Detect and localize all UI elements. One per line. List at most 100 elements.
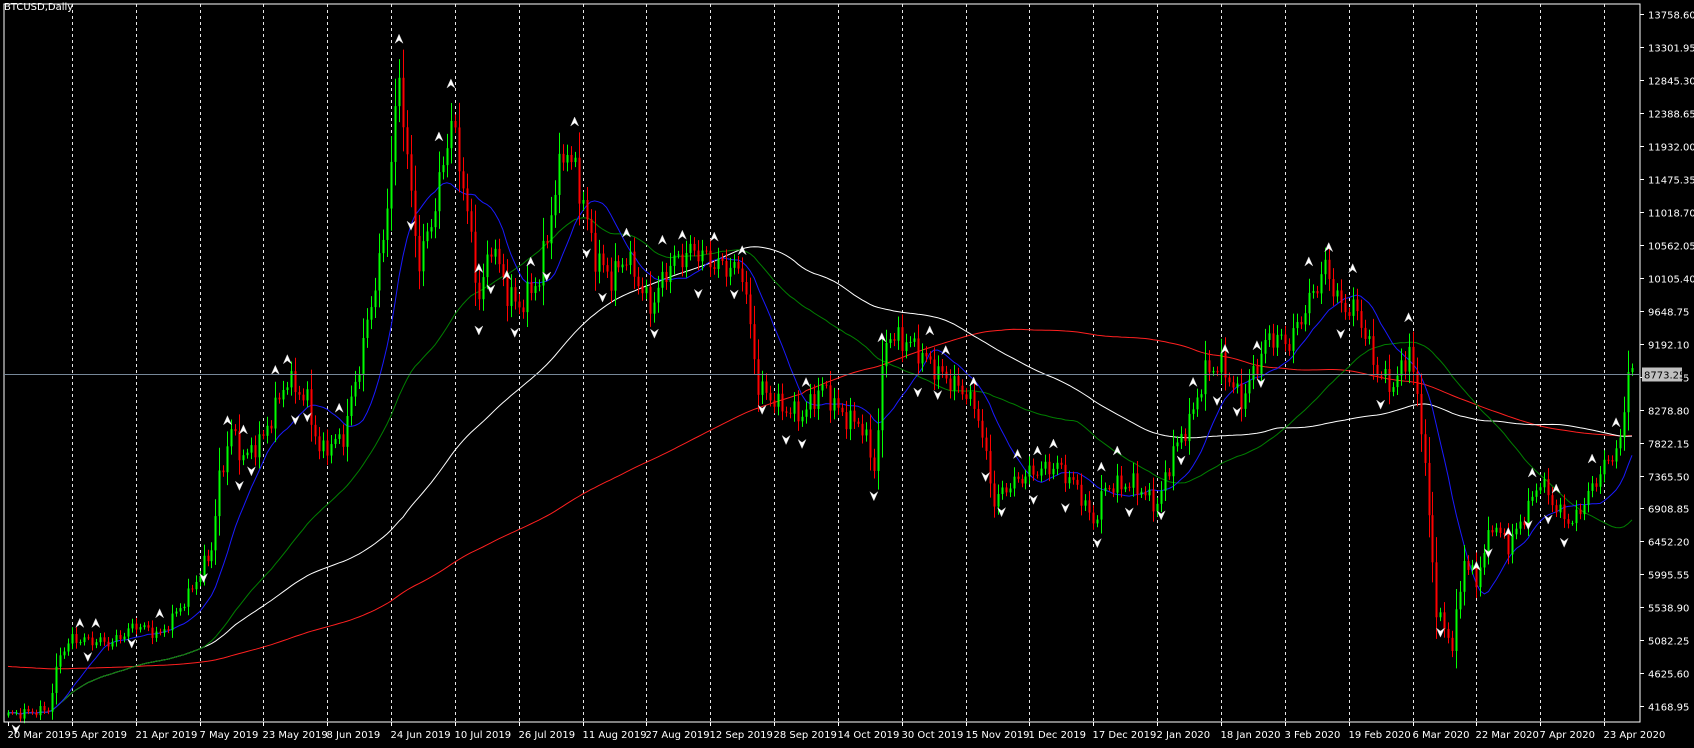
candle-body [621, 264, 624, 268]
candle-body [59, 655, 62, 667]
candle-body [1547, 479, 1550, 496]
candle-body [11, 712, 14, 714]
candle-body [258, 434, 261, 458]
fractal-down-arrow [980, 471, 991, 483]
fractal-up-arrow [1551, 483, 1561, 494]
price-chart[interactable]: 20 Mar 2019 5 Apr 2019 21 Apr 2019 7 May 20… [0, 0, 1694, 744]
candle-body [1408, 346, 1411, 372]
candle-body [773, 400, 776, 407]
y-tick-label: 5995.55 [1648, 571, 1689, 582]
candle-body [985, 437, 988, 452]
candle-body [286, 387, 289, 391]
fractal-up-arrow [394, 33, 404, 45]
candle-body [1455, 609, 1458, 651]
y-tick-label: 11018.70 [1648, 209, 1694, 220]
x-tick-label: 24 Jun 2019 [391, 730, 451, 741]
candle-body [1024, 476, 1027, 484]
candle-body [1104, 487, 1107, 492]
candle-body [386, 208, 389, 240]
candle-body [665, 271, 668, 283]
y-tick-label: 11932.00 [1648, 143, 1694, 154]
ma-long-line [7, 328, 1633, 670]
candle-body [542, 240, 545, 286]
candle-body [793, 401, 796, 414]
candle-body [1368, 336, 1371, 339]
candle-body [1348, 312, 1351, 316]
candle-body [586, 199, 589, 220]
candle-body [1028, 465, 1031, 477]
candle-body [1595, 483, 1598, 487]
candle-body [693, 243, 696, 251]
candle-body [753, 324, 756, 360]
candle-body [163, 629, 166, 633]
candle-body [458, 127, 461, 172]
x-tick-label: 3 Feb 2020 [1285, 730, 1341, 741]
candle-body [993, 483, 996, 507]
fractal-down-arrow [1435, 627, 1446, 638]
candle-body [306, 389, 309, 401]
y-tick-label: 7365.50 [1648, 473, 1689, 484]
candle-body [1176, 442, 1179, 447]
candle-body [1571, 523, 1574, 525]
candle-body [410, 154, 413, 191]
candle-body [234, 429, 237, 432]
candle-body [35, 712, 38, 716]
candle-body [1487, 530, 1490, 553]
candle-body [1515, 528, 1518, 535]
x-tick-label: 15 Nov 2019 [966, 730, 1030, 741]
candle-body [1244, 393, 1247, 409]
candle-body [270, 425, 273, 429]
candle-body [19, 712, 22, 719]
candle-body [1200, 394, 1203, 398]
x-tick-label: 23 May 2019 [263, 730, 328, 741]
candle-body [1539, 487, 1542, 491]
y-tick-label: 11475.35 [1648, 176, 1694, 187]
candle-body [1475, 565, 1478, 588]
candle-body [430, 227, 433, 232]
candle-body [949, 378, 952, 391]
candle-body [87, 637, 90, 639]
candle-body [833, 398, 836, 411]
candle-body [765, 381, 768, 393]
candle-body [314, 424, 317, 437]
candle-body [155, 631, 158, 638]
candle-body [1212, 370, 1215, 373]
candle-body [167, 629, 170, 631]
candle-body [617, 261, 620, 268]
candle-body [625, 264, 628, 266]
fractal-up-arrow [1611, 417, 1621, 428]
fractal-down-arrow [474, 325, 484, 336]
x-tick-label: 17 Dec 2019 [1093, 730, 1157, 741]
candle-body [809, 394, 812, 410]
candle-body [1084, 500, 1087, 506]
fractal-up-arrow [282, 354, 292, 365]
chart-canvas[interactable]: 20 Mar 2019 5 Apr 2019 21 Apr 2019 7 May 20… [0, 0, 1694, 744]
candle-body [55, 666, 58, 694]
candle-body [470, 211, 473, 232]
candle-body [961, 385, 964, 395]
candle-body [43, 706, 46, 711]
candle-body [989, 451, 992, 484]
candle-body [1428, 462, 1431, 516]
candle-body [761, 381, 764, 395]
fractal-down-arrow [1336, 328, 1346, 340]
axes: 20 Mar 2019 5 Apr 2019 21 Apr 2019 7 May 20… [3, 3, 1694, 741]
candle-body [334, 438, 337, 445]
candle-body [434, 211, 437, 228]
candle-body [214, 516, 217, 551]
candle-body [1579, 509, 1582, 515]
candle-body [1272, 333, 1275, 348]
candle-body [929, 356, 932, 360]
candle-body [1192, 409, 1195, 414]
candle-body [1491, 530, 1494, 533]
candle-body [1204, 360, 1207, 395]
x-tick-label: 30 Oct 2019 [902, 730, 964, 741]
fractal-down-arrow [597, 292, 608, 303]
candle-body [1132, 473, 1135, 488]
candle-body [226, 446, 229, 473]
candle-body [1328, 259, 1331, 280]
candle-body [1623, 412, 1626, 438]
candle-body [39, 706, 42, 716]
fractal-down-arrow [649, 328, 660, 339]
candle-body [1332, 279, 1335, 297]
